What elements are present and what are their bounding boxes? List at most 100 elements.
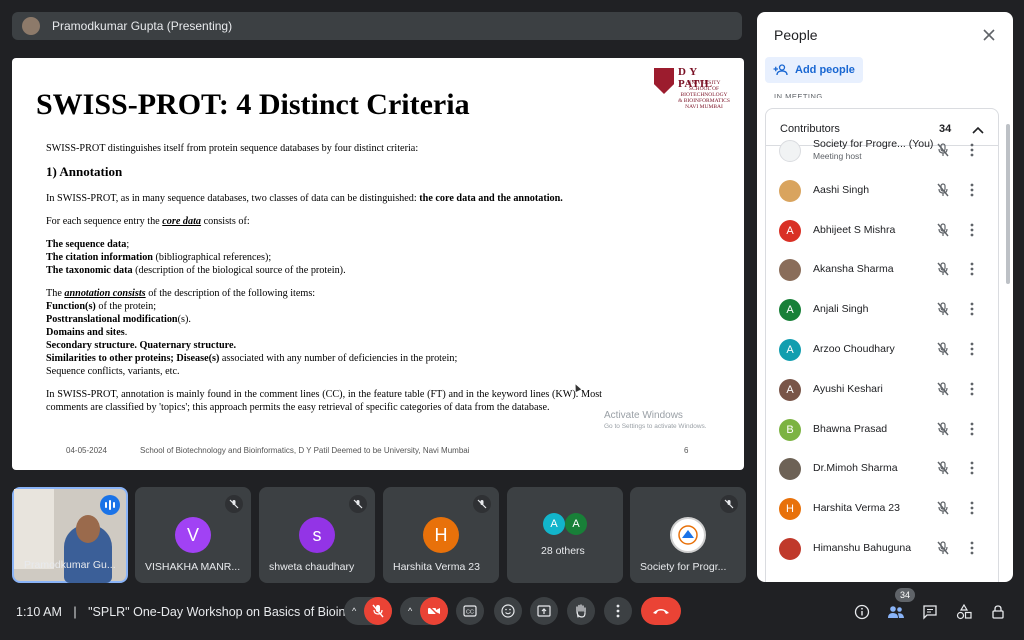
participant-row[interactable]: B Bhawna Prasad xyxy=(771,411,997,451)
participant-row[interactable]: Aashi Singh xyxy=(771,172,997,212)
speaking-indicator-icon xyxy=(100,495,120,515)
more-vert-icon[interactable] xyxy=(970,143,974,162)
more-vert-icon[interactable] xyxy=(970,223,974,242)
mic-off-button[interactable] xyxy=(364,597,392,625)
participant-avatar: B xyxy=(779,418,801,441)
mic-off-icon xyxy=(372,604,384,618)
mic-off-icon[interactable] xyxy=(936,382,950,401)
participant-tile[interactable]: H Harshita Verma 23 xyxy=(383,487,499,583)
participant-avatar xyxy=(779,140,801,162)
footer-date: 04-05-2024 xyxy=(66,446,107,455)
more-vert-icon[interactable] xyxy=(970,382,974,401)
watermark-line-1: Activate Windows xyxy=(604,410,683,421)
text: associated with any number of deficienci… xyxy=(219,353,458,364)
slide-body: SWISS-PROT distinguishes itself from pro… xyxy=(46,142,602,424)
participant-row[interactable]: Akansha Sharma xyxy=(771,251,997,291)
mic-off-icon[interactable] xyxy=(936,421,950,441)
info-icon xyxy=(854,604,870,620)
meeting-title: "SPLR" One-Day Workshop on Basics of Bio… xyxy=(88,605,360,619)
hand-icon xyxy=(576,604,586,618)
leave-call-button[interactable] xyxy=(641,597,681,625)
text-bold: The sequence data xyxy=(46,239,127,250)
participant-tile[interactable]: V VISHAKHA MANR... xyxy=(135,487,251,583)
participant-name: Harshita Verma 23 xyxy=(813,502,900,515)
logo-subtitle: UNIVERSITY SCHOOL OF BIOTECHNOLOGY & BIO… xyxy=(678,80,730,110)
participant-row[interactable]: Dr.Mimoh Sharma xyxy=(771,450,997,490)
mic-off-icon xyxy=(225,495,243,513)
present-screen-button[interactable] xyxy=(530,597,558,625)
chevron-up-icon[interactable]: ^ xyxy=(408,606,412,616)
mic-off-icon xyxy=(349,495,367,513)
text-bold: Posttranslational modification xyxy=(46,314,178,325)
participant-name: Bhawna Prasad xyxy=(813,422,888,435)
close-panel-button[interactable] xyxy=(983,28,995,46)
participant-row[interactable]: A Ayushi Keshari xyxy=(771,371,997,411)
participant-row[interactable]: A Anjali Singh xyxy=(771,291,997,331)
participant-row[interactable]: A Arzoo Choudhary xyxy=(771,331,997,371)
meeting-details-button[interactable] xyxy=(852,602,872,622)
panel-title: People xyxy=(774,27,818,43)
camera-off-button[interactable] xyxy=(420,597,448,625)
more-vert-icon[interactable] xyxy=(970,461,974,480)
people-count-badge: 34 xyxy=(895,588,915,602)
chat-button[interactable] xyxy=(920,602,940,622)
mic-off-icon[interactable] xyxy=(936,302,950,321)
more-options-button[interactable] xyxy=(604,597,632,625)
more-vert-icon[interactable] xyxy=(970,302,974,321)
mic-off-icon[interactable] xyxy=(936,461,950,480)
mic-off-icon[interactable] xyxy=(936,143,950,162)
activities-button[interactable] xyxy=(954,602,974,622)
host-controls-button[interactable] xyxy=(988,602,1008,622)
activate-windows-watermark: Activate Windows Go to Settings to activ… xyxy=(604,410,707,430)
text: The xyxy=(46,288,65,299)
participant-avatar xyxy=(779,259,801,282)
mic-off-icon[interactable] xyxy=(936,222,950,242)
participant-tile[interactable]: Society for Progr... xyxy=(630,487,746,583)
more-vert-icon[interactable] xyxy=(970,262,974,281)
more-vert-icon[interactable] xyxy=(970,422,974,441)
participant-row[interactable]: H Harshita Verma 23 xyxy=(771,490,997,530)
more-vert-icon[interactable] xyxy=(970,541,974,560)
emoji-icon xyxy=(501,604,515,618)
mic-off-icon[interactable] xyxy=(936,183,950,202)
video-background xyxy=(14,489,54,569)
in-meeting-label: IN MEETING xyxy=(774,92,823,98)
scrollbar[interactable] xyxy=(1006,124,1010,284)
participant-avatar xyxy=(779,538,801,560)
participant-row[interactable]: Himanshu Bahuguna xyxy=(771,530,997,570)
participant-tile[interactable]: s shweta chaudhary xyxy=(259,487,375,583)
participant-tile-self[interactable]: Pramodkumar Gu... xyxy=(12,487,128,583)
more-vert-icon[interactable] xyxy=(970,501,974,520)
chevron-up-icon[interactable]: ^ xyxy=(352,606,356,616)
more-vert-icon[interactable] xyxy=(970,183,974,202)
others-tile[interactable]: A A 28 others xyxy=(507,487,623,583)
participant-row[interactable]: Society for Progre... (You) Meeting host xyxy=(771,132,997,172)
captions-button[interactable]: CC xyxy=(456,597,484,625)
participant-name: Akansha Sharma xyxy=(813,263,894,276)
participant-avatar: A xyxy=(779,378,801,401)
mic-off-icon[interactable] xyxy=(936,342,950,361)
others-avatar-2: A xyxy=(565,513,587,535)
raise-hand-button[interactable] xyxy=(567,597,595,625)
reactions-button[interactable] xyxy=(494,597,522,625)
participant-name: Dr.Mimoh Sharma xyxy=(813,462,898,475)
mic-off-icon[interactable] xyxy=(936,262,950,281)
person-add-icon xyxy=(773,64,788,76)
participant-name: Aashi Singh xyxy=(813,183,870,196)
mic-off-icon[interactable] xyxy=(936,541,950,560)
participant-name: Arzoo Choudhary xyxy=(813,343,895,355)
slide-heading: 1) Annotation xyxy=(46,164,123,179)
more-vert-icon[interactable] xyxy=(970,342,974,361)
others-count: 28 others xyxy=(541,545,585,557)
text: For each sequence entry the xyxy=(46,216,163,227)
text: consists of: xyxy=(201,216,250,227)
mic-off-icon[interactable] xyxy=(936,501,950,520)
presenter-label: Pramodkumar Gupta (Presenting) xyxy=(52,19,233,33)
camera-off-icon xyxy=(427,604,441,618)
people-button[interactable] xyxy=(886,602,906,622)
mic-off-icon xyxy=(473,495,491,513)
participant-avatar: A xyxy=(779,219,801,242)
participant-row[interactable]: A Abhijeet S Mishra xyxy=(771,212,997,252)
presenter-avatar xyxy=(22,17,40,35)
add-people-button[interactable]: Add people xyxy=(765,57,863,83)
